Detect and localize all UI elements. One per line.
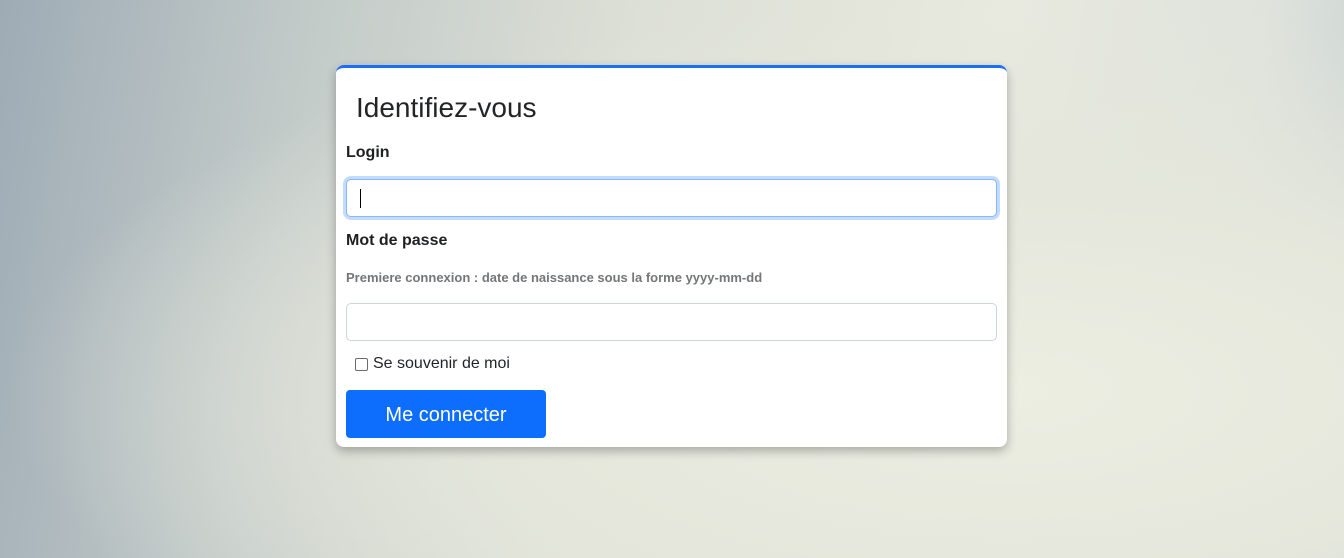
- remember-me-checkbox[interactable]: [355, 357, 368, 371]
- remember-me[interactable]: Se souvenir de moi: [355, 355, 510, 373]
- remember-me-label[interactable]: Se souvenir de moi: [373, 355, 510, 373]
- login-label: Login: [346, 144, 390, 161]
- password-label: Mot de passe: [346, 232, 448, 249]
- login-card: Identifiez-vous Login Mot de passe Premi…: [336, 65, 1007, 447]
- password-hint: Premiere connexion : date de naissance s…: [346, 270, 763, 285]
- login-input[interactable]: [346, 179, 997, 217]
- login-title: Identifiez-vous: [356, 92, 537, 123]
- text-caret: [360, 189, 361, 208]
- password-input[interactable]: [346, 303, 997, 341]
- login-button[interactable]: Me connecter: [346, 390, 546, 438]
